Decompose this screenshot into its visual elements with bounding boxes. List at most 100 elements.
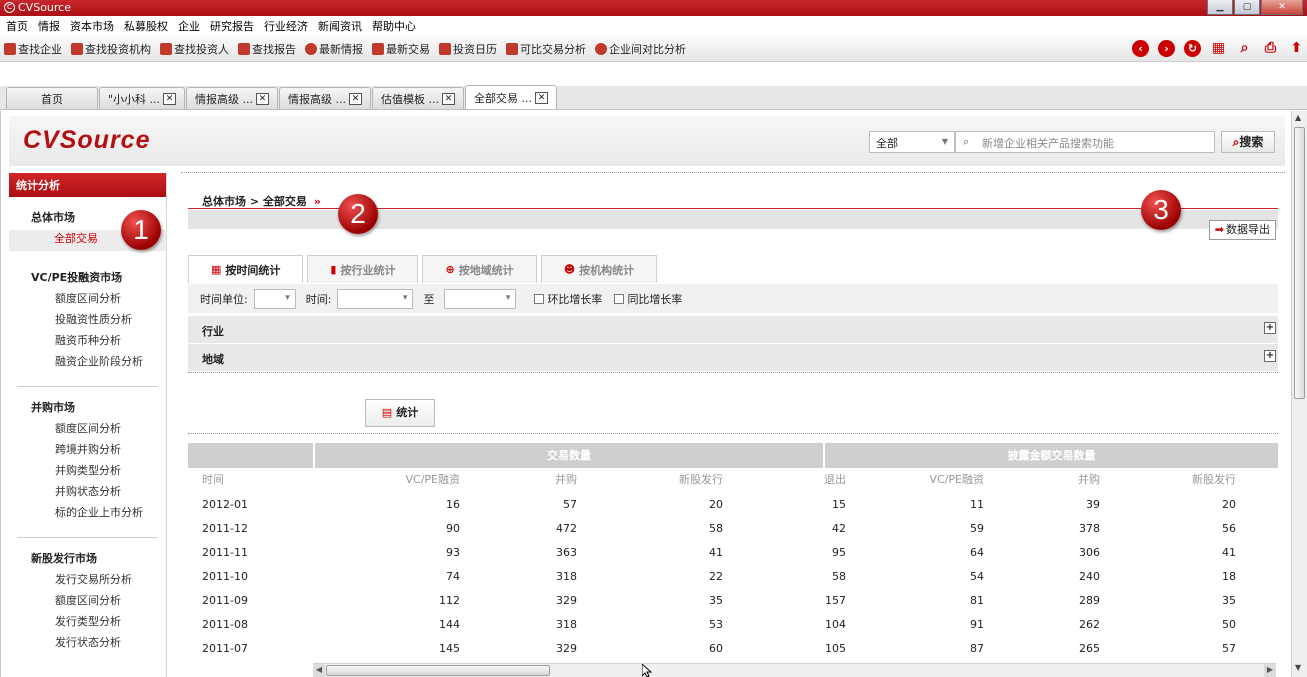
value-cell: 18 [1222,570,1236,583]
region-filter-row[interactable]: 地域 + [188,344,1278,371]
tab-intel-advanced-1[interactable]: 情报高级 ... ✕ [186,87,279,109]
tab-by-region[interactable]: ⊕ 按地域统计 [422,255,537,283]
value-cell: 93 [446,546,460,559]
expand-plus-icon[interactable]: + [1264,322,1276,334]
breadcrumb-root[interactable]: 总体市场 [202,195,246,208]
close-tab-icon[interactable]: ✕ [349,92,363,105]
close-tab-icon[interactable]: ✕ [163,92,177,105]
horizontal-scrollbar[interactable]: ◀ ▶ [313,663,1276,677]
company-compare-button[interactable]: 企业间对比分析 [595,41,686,57]
calculator-icon[interactable]: ▦ [1210,40,1227,57]
refresh-icon[interactable]: ↻ [1184,40,1201,57]
close-tab-icon[interactable]: ✕ [535,91,549,104]
minimize-button[interactable]: ▁ [1207,0,1233,15]
scroll-thumb[interactable] [1294,127,1305,399]
sidebar-heading: 统计分析 [9,173,166,197]
sidebar-item-amount-range[interactable]: 额度区间分析 [9,290,166,311]
group-header-disclosed-count: 披露金额交易数量 [825,443,1278,468]
run-statistics-button[interactable]: ▤ 统计 [365,399,435,427]
tab-by-industry[interactable]: ▮ 按行业统计 [307,255,419,283]
maximize-button[interactable]: ▢ [1234,0,1260,15]
time-start-select[interactable] [337,288,414,309]
export-data-button[interactable]: ➡ 数据导出 [1208,220,1276,240]
menu-research-reports[interactable]: 研究报告 [210,18,254,34]
scroll-down-icon[interactable]: ▼ [1295,663,1301,672]
value-cell: 306 [1079,546,1100,559]
menu-home[interactable]: 首页 [6,18,28,34]
bar-chart-icon [506,42,518,55]
table-row: 2011-07 145 329 60 105 87 265 57 [188,637,1278,661]
tab-by-time[interactable]: ▦ 按时间统计 [188,255,304,283]
sidebar-item-financing-nature[interactable]: 投融资性质分析 [9,311,166,332]
breadcrumb-more-icon[interactable]: » [314,195,321,208]
sidebar-item-ma-status[interactable]: 并购状态分析 [9,483,166,504]
scroll-thumb[interactable] [326,665,550,676]
search-icon[interactable]: ⌕ [1236,40,1253,57]
table-row: 2011-09 112 329 35 157 81 289 35 [188,589,1278,613]
search-input[interactable]: ⌕ 新增企业相关产品搜索功能 [955,131,1215,153]
menu-capital-market[interactable]: 资本市场 [70,18,114,34]
yoy-growth-checkbox[interactable]: 同比增长率 [614,291,682,307]
latest-intel-button[interactable]: 最新情报 [305,41,363,57]
menu-news[interactable]: 新闻资讯 [318,18,362,34]
sidebar-item-ma-amount-range[interactable]: 额度区间分析 [9,420,166,441]
comparable-deals-button[interactable]: 可比交易分析 [506,41,586,57]
tab-xiaoxiaoke[interactable]: "小小科 ... ✕ [99,87,186,109]
date-cell: 2011-12 [202,522,248,535]
expand-plus-icon[interactable]: + [1264,350,1276,362]
menu-intel[interactable]: 情报 [38,18,60,34]
scroll-left-icon[interactable]: ◀ [313,664,325,677]
sidebar-item-exchange[interactable]: 发行交易所分析 [9,571,166,592]
tab-home[interactable]: 首页 [6,87,98,109]
find-investor-button[interactable]: 查找投资人 [160,41,229,57]
value-cell: 87 [970,642,984,655]
value-cell: 20 [709,498,723,511]
scroll-right-icon[interactable]: ▶ [1264,664,1276,677]
sidebar-item-ipo-amount-range[interactable]: 额度区间分析 [9,592,166,613]
search-icon: ⌕ [963,135,970,148]
find-investor-org-button[interactable]: 查找投资机构 [71,41,151,57]
tab-all-deals[interactable]: 全部交易 ... ✕ [465,85,558,109]
chart-icon [372,42,384,55]
print-icon[interactable]: ⎙ [1262,40,1279,57]
tab-valuation-template[interactable]: 估值模板 ... ✕ [372,87,465,109]
time-unit-select[interactable] [253,288,296,309]
table-column-header: 时间 VC/PE融资 并购 新股发行 退出 VC/PE融资 并购 新股发行 [188,468,1278,493]
find-report-button[interactable]: 查找报告 [238,41,296,57]
sidebar-item-cross-border[interactable]: 跨境并购分析 [9,441,166,462]
mom-growth-checkbox[interactable]: 环比增长率 [534,291,602,307]
industry-filter-row[interactable]: 行业 + [188,316,1278,343]
menu-private-equity[interactable]: 私募股权 [124,18,168,34]
scroll-up-icon[interactable]: ▲ [1295,113,1301,122]
table-group-header: 交易数量 披露金额交易数量 [188,443,1278,468]
close-tab-icon[interactable]: ✕ [256,92,270,105]
up-icon[interactable]: ⬆ [1288,40,1305,57]
find-company-button[interactable]: 查找企业 [4,41,62,57]
tab-by-institution[interactable]: ☻ 按机构统计 [540,255,658,283]
sidebar-item-company-stage[interactable]: 融资企业阶段分析 [9,353,166,374]
sidebar-item-currency[interactable]: 融资币种分析 [9,332,166,353]
forward-icon[interactable]: › [1158,40,1175,57]
value-cell: 318 [556,618,577,631]
latest-deals-button[interactable]: 最新交易 [372,41,430,57]
investment-calendar-button[interactable]: 投资日历 [439,41,497,57]
calendar-icon: ▦ [211,263,222,276]
sidebar-item-ipo-type[interactable]: 发行类型分析 [9,613,166,634]
search-button[interactable]: ⌕搜索 [1221,131,1275,153]
time-end-select[interactable] [444,288,517,309]
date-cell: 2011-10 [202,570,248,583]
close-button[interactable]: ✕ [1261,0,1303,15]
menu-company[interactable]: 企业 [178,18,200,34]
column-header: 时间 [202,473,224,486]
back-icon[interactable]: ‹ [1132,40,1149,57]
tab-intel-advanced-2[interactable]: 情报高级 ... ✕ [279,87,372,109]
vertical-scrollbar[interactable]: ▲ ▼ [1291,111,1307,677]
table-row: 2011-11 93 363 41 95 64 306 41 [188,541,1278,565]
sidebar-item-target-listing[interactable]: 标的企业上市分析 [9,504,166,525]
menu-help[interactable]: 帮助中心 [372,18,416,34]
sidebar-item-ipo-status[interactable]: 发行状态分析 [9,634,166,655]
sidebar-item-ma-type[interactable]: 并购类型分析 [9,462,166,483]
close-tab-icon[interactable]: ✕ [442,92,456,105]
search-scope-select[interactable]: 全部 ▼ [869,131,955,153]
menu-industry-economy[interactable]: 行业经济 [264,18,308,34]
